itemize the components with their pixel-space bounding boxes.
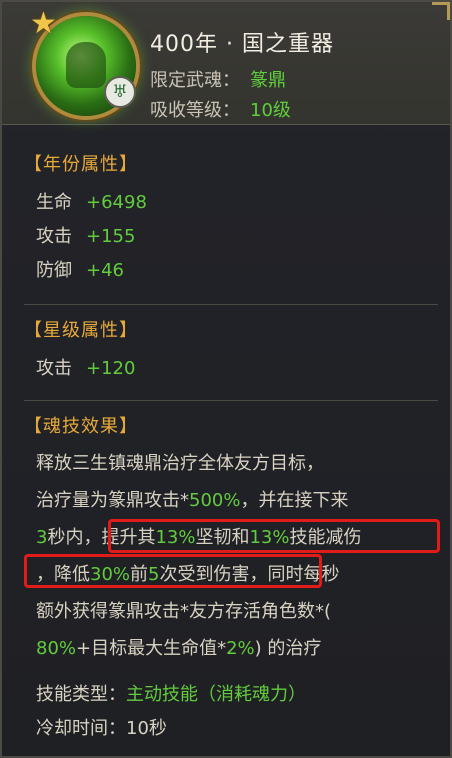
year-attrs-list: 生命 +6498 攻击 +155 防御 +46 xyxy=(36,186,147,288)
attr-value: +6498 xyxy=(86,192,147,213)
attr-value: +155 xyxy=(86,226,136,247)
highlight-box-2 xyxy=(24,554,322,588)
value: 2% xyxy=(226,638,255,659)
attr-row-hp: 生命 +6498 xyxy=(36,186,147,220)
highlight-box-1 xyxy=(108,519,440,553)
level-value: 10级 xyxy=(250,100,291,121)
skill-line-2: 治疗量为篆鼎攻击*500%，并在接下来 xyxy=(36,482,446,519)
skill-type-row: 技能类型：主动技能（消耗魂力） xyxy=(36,680,306,706)
cooldown-label: 冷却时间： xyxy=(36,718,126,739)
soul-ring-detail-panel: ★ ♅ 400年 · 国之重器 限定武魂： 篆鼎 吸收等级： 10级 【年份属性】 … xyxy=(0,0,452,758)
item-title: 400年 · 国之重器 xyxy=(150,32,334,57)
skill-line-1: 释放三生镇魂鼎治疗全体友方目标， xyxy=(36,445,446,482)
text: 治疗量为篆鼎攻击* xyxy=(36,490,189,511)
star-attrs-title: 【星级属性】 xyxy=(24,320,138,341)
skill-section: 【魂技效果】 xyxy=(24,412,436,438)
skill-line-6: 80%+目标最大生命值*2%) 的治疗 xyxy=(36,630,446,667)
level-row: 吸收等级： 10级 xyxy=(150,96,291,122)
soul-ring-icon: ★ ♅ xyxy=(30,6,136,116)
star-attrs-list: 攻击 +120 xyxy=(36,352,135,386)
soul-ring-figure xyxy=(66,42,106,88)
attr-row-star-atk: 攻击 +120 xyxy=(36,352,135,386)
corner-decoration xyxy=(432,2,450,20)
year-attrs-section: 【年份属性】 xyxy=(24,150,436,176)
attr-value: +46 xyxy=(86,260,124,281)
value: 500% xyxy=(189,490,241,511)
wuhun-badge-icon: ♅ xyxy=(104,76,136,108)
text: 释放三生镇魂鼎治疗全体友方目标， xyxy=(36,453,324,474)
star-attrs-section: 【星级属性】 xyxy=(24,316,436,342)
limit-row: 限定武魂： 篆鼎 xyxy=(150,66,286,92)
level-label: 吸收等级： xyxy=(150,100,240,121)
divider xyxy=(24,304,438,305)
attr-label: 防御 xyxy=(36,260,72,281)
text: 秒内， xyxy=(47,527,102,548)
text: 额外获得篆鼎攻击*友方存活角色数*( xyxy=(36,601,332,622)
attr-row-atk: 攻击 +155 xyxy=(36,220,147,254)
text: ) 的治疗 xyxy=(254,638,322,659)
skill-title: 【魂技效果】 xyxy=(24,416,138,437)
divider xyxy=(24,400,438,401)
attr-row-def: 防御 +46 xyxy=(36,254,147,288)
value: 80% xyxy=(36,638,77,659)
attr-value: +120 xyxy=(86,358,136,379)
limit-label: 限定武魂： xyxy=(150,70,240,91)
year-attrs-title: 【年份属性】 xyxy=(24,154,138,175)
skill-type-label: 技能类型： xyxy=(36,684,126,705)
item-header: ★ ♅ 400年 · 国之重器 限定武魂： 篆鼎 吸收等级： 10级 xyxy=(2,2,450,125)
attr-label: 攻击 xyxy=(36,226,72,247)
text: +目标最大生命值* xyxy=(76,638,227,659)
star-icon: ★ xyxy=(30,6,57,41)
attr-label: 生命 xyxy=(36,192,72,213)
skill-type-value: 主动技能（消耗魂力） xyxy=(126,684,306,705)
attr-label: 攻击 xyxy=(36,358,72,379)
skill-line-5: 额外获得篆鼎攻击*友方存活角色数*( xyxy=(36,593,446,630)
cooldown-row: 冷却时间：10秒 xyxy=(36,714,167,740)
limit-value: 篆鼎 xyxy=(250,70,286,91)
text: ，并在接下来 xyxy=(240,490,349,511)
value: 3 xyxy=(36,527,48,548)
cooldown-value: 10秒 xyxy=(126,718,167,739)
